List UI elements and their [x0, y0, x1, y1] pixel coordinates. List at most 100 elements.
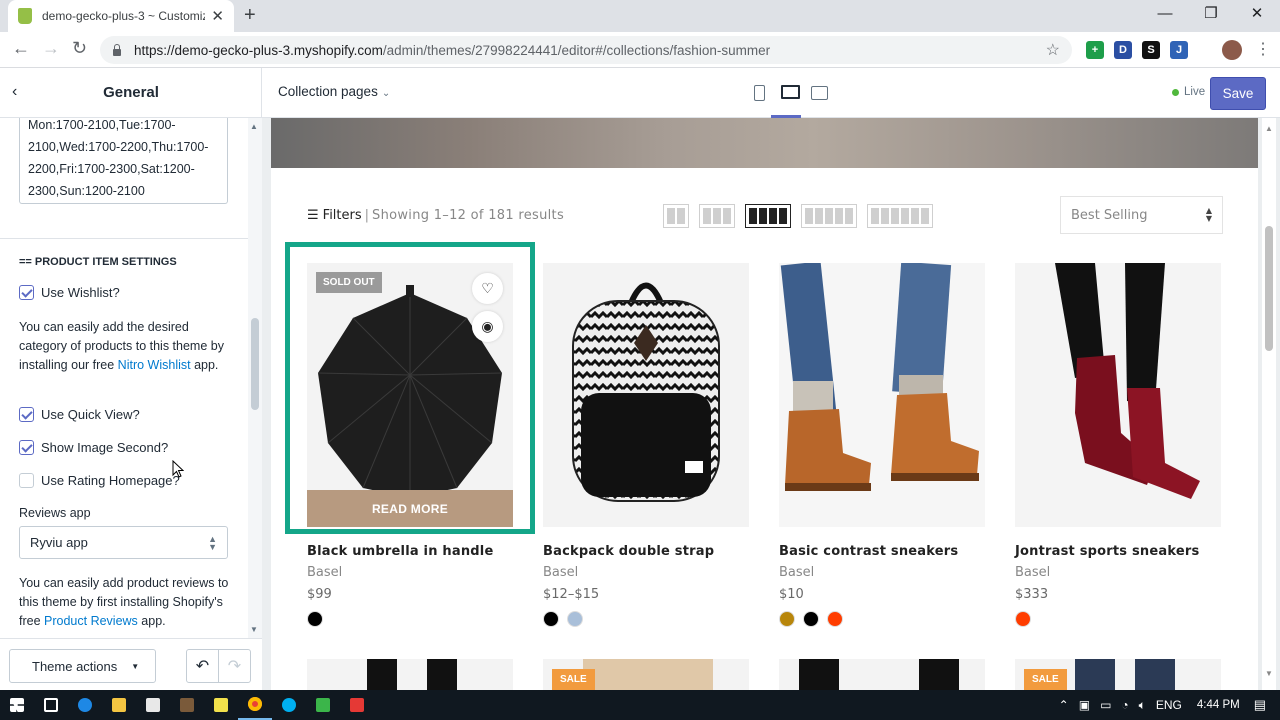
language-indicator[interactable]: ENG [1156, 698, 1182, 712]
task-view-icon[interactable] [34, 690, 68, 720]
edge-browser-icon[interactable] [68, 690, 102, 720]
swatch-orange-red[interactable] [1015, 611, 1031, 627]
checkbox-checked-icon[interactable] [19, 285, 34, 300]
filter-sliders-icon[interactable]: ☰ [307, 208, 319, 223]
results-count: Showing 1–12 of 181 results [372, 208, 565, 223]
mail-icon[interactable] [136, 690, 170, 720]
use-quick-view-checkbox[interactable]: Use Quick View? [19, 407, 140, 422]
product-image-socks[interactable] [1015, 263, 1221, 527]
nitro-wishlist-link[interactable]: Nitro Wishlist [118, 358, 191, 372]
grid-6-columns-icon[interactable] [867, 204, 933, 228]
product-name[interactable]: Basic contrast sneakers [779, 544, 958, 559]
sidebar-scroll-area[interactable]: Mon:1700-2100,Tue:1700- 2100,Wed:1700-22… [0, 118, 248, 638]
notes-icon[interactable] [204, 690, 238, 720]
product-image-backpack[interactable] [543, 263, 749, 527]
undo-button[interactable]: ↶ [186, 649, 219, 683]
swatch-mustard[interactable] [779, 611, 795, 627]
show-image-second-checkbox[interactable]: Show Image Second? [19, 440, 168, 455]
mobile-view-icon[interactable] [750, 83, 768, 101]
app-icon[interactable] [170, 690, 204, 720]
product-name[interactable]: Black umbrella in handle [307, 544, 493, 559]
scroll-down-icon[interactable]: ▼ [1265, 669, 1273, 678]
grid-3-columns-icon[interactable] [699, 204, 735, 228]
skype-icon[interactable] [272, 690, 306, 720]
url-text: https://demo-gecko-plus-3.myshopify.com/… [134, 43, 770, 58]
minimize-icon[interactable]: — [1142, 0, 1188, 28]
grid-2-columns-icon[interactable] [663, 204, 689, 228]
grid-4-columns-icon[interactable] [745, 204, 791, 228]
use-rating-homepage-checkbox[interactable]: Use Rating Homepage? [19, 473, 180, 488]
product-card[interactable]: SALE [1015, 659, 1221, 690]
product-reviews-link[interactable]: Product Reviews [44, 614, 138, 628]
maximize-icon[interactable]: ❐ [1188, 0, 1234, 28]
notifications-icon[interactable]: ▤ [1254, 697, 1266, 713]
back-arrow-icon[interactable]: ← [12, 38, 30, 59]
swatch-orange-red[interactable] [827, 611, 843, 627]
extension-green-icon[interactable]: + [1086, 41, 1104, 59]
scroll-down-icon[interactable]: ▼ [250, 625, 258, 634]
scrollbar-thumb[interactable] [1265, 226, 1273, 351]
redo-button[interactable]: ↷ [218, 649, 251, 683]
bookmark-star-icon[interactable]: ☆ [1046, 40, 1060, 60]
extension-d-icon[interactable]: D [1114, 41, 1132, 59]
product-card[interactable]: Jontrast sports sneakers Basel $333 [1015, 263, 1221, 627]
grid-5-columns-icon[interactable] [801, 204, 857, 228]
product-card[interactable]: Backpack double strap Basel $12–$15 [543, 263, 749, 627]
sort-select[interactable]: Best Selling ▲ ▼ [1060, 196, 1223, 234]
swatch-black[interactable] [803, 611, 819, 627]
swatch-black[interactable] [543, 611, 559, 627]
chrome-icon[interactable] [238, 690, 272, 720]
file-explorer-icon[interactable] [102, 690, 136, 720]
extension-j-icon[interactable]: J [1170, 41, 1188, 59]
caret-down-icon: ▼ [131, 661, 140, 671]
product-card[interactable]: SALE [543, 659, 749, 690]
product-card[interactable] [779, 659, 985, 690]
camtasia-icon[interactable] [306, 690, 340, 720]
volume-icon[interactable]: 🔈︎ [1139, 698, 1146, 713]
reload-icon[interactable]: ↻ [72, 38, 87, 59]
product-card[interactable] [307, 659, 513, 690]
preview-frame[interactable]: ☰ Filters | Showing 1–12 of 181 results … [271, 118, 1258, 690]
checkbox-checked-icon[interactable] [19, 407, 34, 422]
recorder-icon[interactable] [340, 690, 374, 720]
clock[interactable]: 4:44 PM [1197, 699, 1240, 711]
product-image-sneakers[interactable] [779, 263, 985, 527]
reviews-app-select[interactable]: Ryviu app ▲ ▼ [19, 526, 228, 559]
tray-chevron-up-icon[interactable]: ⌃ [1059, 698, 1069, 712]
product-card[interactable]: Basic contrast sneakers Basel $10 [779, 263, 985, 627]
swatch-black[interactable] [307, 611, 323, 627]
sidebar-footer: Theme actions ▼ ↶ ↷ [0, 638, 262, 690]
filters-button[interactable]: Filters [323, 208, 362, 223]
extension-shopify-icon[interactable]: S [1142, 41, 1160, 59]
scroll-up-icon[interactable]: ▲ [1265, 124, 1273, 133]
save-button[interactable]: Save [1210, 77, 1266, 110]
scroll-up-icon[interactable]: ▲ [250, 122, 258, 131]
browser-tab[interactable]: demo-gecko-plus-3 ~ Customize ✕ [8, 0, 234, 32]
browser-menu-icon[interactable]: ⋮ [1255, 39, 1271, 59]
windows-start-icon[interactable] [0, 690, 34, 720]
battery-icon[interactable]: ▭ [1100, 698, 1111, 712]
close-tab-icon[interactable]: ✕ [211, 7, 224, 25]
preview-scrollbar[interactable]: ▲ ▼ [1262, 118, 1276, 690]
product-name[interactable]: Backpack double strap [543, 544, 714, 559]
sidebar-scrollbar[interactable]: ▲ ▼ [248, 118, 262, 638]
profile-avatar[interactable] [1222, 40, 1242, 60]
tray-app-icon[interactable]: ▣ [1079, 698, 1090, 712]
checkbox-checked-icon[interactable] [19, 440, 34, 455]
network-icon[interactable]: ◔ [1121, 698, 1128, 712]
scrollbar-thumb[interactable] [251, 318, 259, 410]
page-selector[interactable]: Collection pages ⌄ [278, 84, 390, 99]
close-window-icon[interactable]: ✕ [1234, 0, 1280, 28]
swatch-light-blue[interactable] [567, 611, 583, 627]
fullscreen-view-icon[interactable] [810, 83, 828, 101]
forward-arrow-icon[interactable]: → [42, 38, 60, 59]
opening-hours-textarea[interactable]: Mon:1700-2100,Tue:1700- 2100,Wed:1700-22… [19, 118, 228, 204]
theme-actions-button[interactable]: Theme actions ▼ [9, 649, 156, 683]
use-wishlist-checkbox[interactable]: Use Wishlist? [19, 285, 120, 300]
product-name[interactable]: Jontrast sports sneakers [1015, 544, 1199, 559]
hours-line: 2100,Wed:1700-2200,Thu:1700- [28, 140, 209, 154]
new-tab-icon[interactable]: + [244, 4, 256, 27]
address-bar[interactable]: https://demo-gecko-plus-3.myshopify.com/… [100, 36, 1072, 64]
desktop-view-icon[interactable] [780, 83, 800, 101]
checkbox-unchecked-icon[interactable] [19, 473, 34, 488]
